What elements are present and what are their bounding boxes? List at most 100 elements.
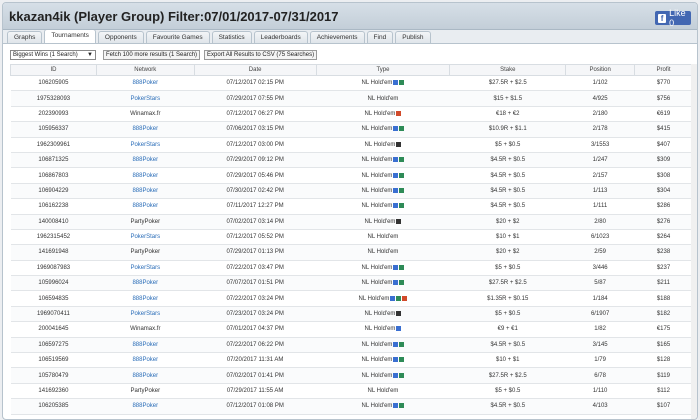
column-header-profit[interactable]: Profit	[634, 64, 693, 76]
table-row[interactable]: 140008410 PartyPoker 07/02/2017 03:14 PM NL…	[10, 214, 693, 230]
game-type-icon	[399, 203, 405, 209]
cell-network[interactable]: 888Poker	[96, 167, 195, 184]
table-row[interactable]: 200774904Winamax.fr07/12/2017 11:28 AMNL…	[10, 414, 693, 419]
cell-id: 105996024	[10, 275, 97, 292]
cell-network-text[interactable]: 888Poker	[132, 203, 158, 209]
table-row[interactable]: 106205905 888Poker 07/12/2017 02:15 PM NL H…	[10, 75, 693, 92]
table-row[interactable]: 106597275 888Poker 07/22/2017 06:22 PM NL H…	[10, 337, 693, 354]
cell-network[interactable]: PokerStars	[96, 90, 195, 107]
column-header-network[interactable]: Network	[95, 64, 195, 76]
cell-network-text[interactable]: 888Poker	[132, 342, 158, 348]
cell-stake: €18 + €2	[449, 106, 566, 123]
cell-network[interactable]: PokerStars	[96, 306, 195, 323]
table-row[interactable]: 106205385 888Poker 07/12/2017 01:08 PM NL H…	[10, 398, 693, 415]
table-row[interactable]: 106871325 888Poker 07/29/2017 09:12 PM NL H…	[10, 152, 693, 169]
cell-network-text[interactable]: 888Poker	[132, 80, 158, 86]
cell-stake: $27.5R + $2.5	[449, 275, 566, 292]
game-type-icon	[393, 157, 399, 163]
cell-network[interactable]: 888Poker	[96, 352, 195, 369]
cell-network[interactable]: 888Poker	[96, 198, 195, 215]
table-row[interactable]: 202390993 Winamax.fr 07/12/2017 06:27 PM NL…	[10, 106, 693, 123]
cell-position: 3/145	[565, 337, 635, 354]
cell-network-text[interactable]: 888Poker	[132, 280, 158, 286]
tab-statistics[interactable]: Statistics	[211, 31, 252, 43]
cell-id: 202390993	[10, 106, 97, 123]
cell-network-text[interactable]: PokerStars	[130, 265, 160, 271]
cell-network: PartyPoker	[96, 383, 195, 400]
cell-network[interactable]: PokerStars	[96, 260, 195, 277]
cell-network[interactable]: 888Poker	[96, 183, 195, 200]
cell-network[interactable]: 888Poker	[96, 152, 195, 169]
cell-network[interactable]: 888Poker	[96, 275, 195, 292]
table-row[interactable]: 1962309961 PokerStars 07/12/2017 03:00 PM N…	[10, 137, 693, 153]
cell-type-text: NL Hold'em	[358, 295, 390, 302]
cell-network-text[interactable]: PokerStars	[130, 96, 160, 102]
scrollbar[interactable]	[691, 64, 697, 419]
table-row[interactable]: 1962315452 PokerStars 07/12/2017 05:52 PM N…	[10, 229, 693, 246]
cell-network[interactable]: 888Poker	[96, 121, 195, 138]
cell-profit-text: $188	[656, 295, 671, 302]
cell-network[interactable]: 888Poker	[96, 337, 195, 354]
cell-network-text[interactable]: PokerStars	[130, 311, 160, 317]
table-row[interactable]: 106904229 888Poker 07/30/2017 02:42 PM NL H…	[10, 183, 693, 200]
cell-network-text[interactable]: PokerStars	[130, 234, 160, 240]
cell-date: 07/29/2017 01:13 PM	[194, 244, 317, 261]
cell-id: 1969070411	[10, 306, 97, 323]
cell-network[interactable]: PokerStars	[96, 229, 195, 246]
cell-stake-text: $20 + $2	[496, 249, 520, 256]
cell-stake: $4.5R + $0.5	[449, 337, 566, 354]
cell-network-text[interactable]: 888Poker	[132, 357, 158, 363]
cell-network[interactable]: 888Poker	[96, 367, 195, 384]
table-row[interactable]: 141691948 PartyPoker 07/29/2017 01:13 PM NL…	[10, 244, 693, 261]
table-row[interactable]: 106594835 888Poker 07/22/2017 03:24 PM NL H…	[10, 290, 693, 307]
cell-network-text[interactable]: 888Poker	[132, 373, 158, 379]
tab-find[interactable]: Find	[366, 31, 394, 43]
cell-stake: $1.35R + $0.15	[449, 290, 566, 307]
facebook-like-button[interactable]: f Like 0	[655, 8, 691, 28]
table-row[interactable]: 1969070411 PokerStars 07/23/2017 03:24 PM N…	[10, 306, 693, 323]
table-row[interactable]: 105956337 888Poker 07/06/2017 03:15 PM NL H…	[10, 121, 693, 138]
table-row[interactable]: 106867803 888Poker 07/29/2017 05:46 PM NL H…	[10, 167, 693, 184]
tab-publish[interactable]: Publish	[395, 31, 431, 43]
cell-type: NL Hold'em	[316, 167, 450, 184]
table-row[interactable]: 106162238 888Poker 07/11/2017 12:27 PM NL H…	[10, 198, 693, 215]
tab-achievements[interactable]: Achievements	[309, 31, 365, 43]
cell-network-text[interactable]: 888Poker	[132, 403, 158, 409]
column-header-stake[interactable]: Stake	[449, 64, 567, 76]
cell-network[interactable]: 888Poker	[96, 290, 195, 307]
cell-stake: $4.5R + $0.5	[449, 183, 566, 200]
tab-tournaments[interactable]: Tournaments	[44, 29, 96, 43]
cell-network-text[interactable]: PokerStars	[130, 142, 160, 148]
cell-network-text[interactable]: 888Poker	[132, 126, 158, 132]
filter-select[interactable]: Biggest Wins (1 Search) ▼	[10, 50, 96, 60]
cell-stake: $5 + $0.5	[449, 260, 566, 277]
cell-position-text: 3/1553	[590, 141, 610, 148]
table-row[interactable]: 106519569 888Poker 07/20/2017 11:31 AM NL H…	[10, 352, 693, 369]
cell-network-text[interactable]: 888Poker	[132, 296, 158, 302]
cell-date-text: 07/01/2017 04:37 PM	[226, 326, 284, 333]
tab-graphs[interactable]: Graphs	[7, 31, 43, 43]
cell-network-text[interactable]: 888Poker	[132, 157, 158, 163]
table-row[interactable]: 1975328093 PokerStars 07/29/2017 07:55 PM N…	[10, 90, 693, 107]
cell-network[interactable]: 888Poker	[96, 398, 195, 415]
cell-network[interactable]: PokerStars	[96, 137, 195, 153]
tab-opponents[interactable]: Opponents	[97, 31, 144, 43]
cell-network-text[interactable]: 888Poker	[132, 188, 158, 194]
cell-id-text: 1975328093	[36, 95, 71, 102]
tab-leaderboards[interactable]: Leaderboards	[253, 31, 308, 43]
fetch-more-button[interactable]: Fetch 100 more results (1 Search)	[103, 50, 201, 60]
toolbar: Biggest Wins (1 Search) ▼ Fetch 100 more…	[3, 48, 697, 62]
export-csv-button[interactable]: Export All Results to CSV (75 Searches)	[204, 50, 318, 60]
cell-network-text[interactable]: 888Poker	[132, 173, 158, 179]
table-row[interactable]: 105780479 888Poker 07/02/2017 01:41 PM NL H…	[10, 367, 693, 384]
column-header-position[interactable]: Position	[565, 64, 636, 76]
table-row[interactable]: 200041645 Winamax.fr 07/01/2017 04:37 PM NL…	[10, 321, 693, 338]
cell-network[interactable]: 888Poker	[96, 75, 195, 92]
table-row[interactable]: 141692360 PartyPoker 07/29/2017 11:55 AM NL…	[10, 383, 693, 400]
table-row[interactable]: 105996024 888Poker 07/07/2017 01:51 PM NL H…	[10, 275, 693, 292]
column-header-date[interactable]: Date	[193, 64, 317, 76]
column-header-id[interactable]: ID	[10, 64, 97, 76]
column-header-type[interactable]: Type	[315, 64, 451, 76]
table-row[interactable]: 1969087983 PokerStars 07/22/2017 03:47 PM N…	[10, 260, 693, 277]
tab-favourite-games[interactable]: Favourite Games	[145, 31, 210, 43]
